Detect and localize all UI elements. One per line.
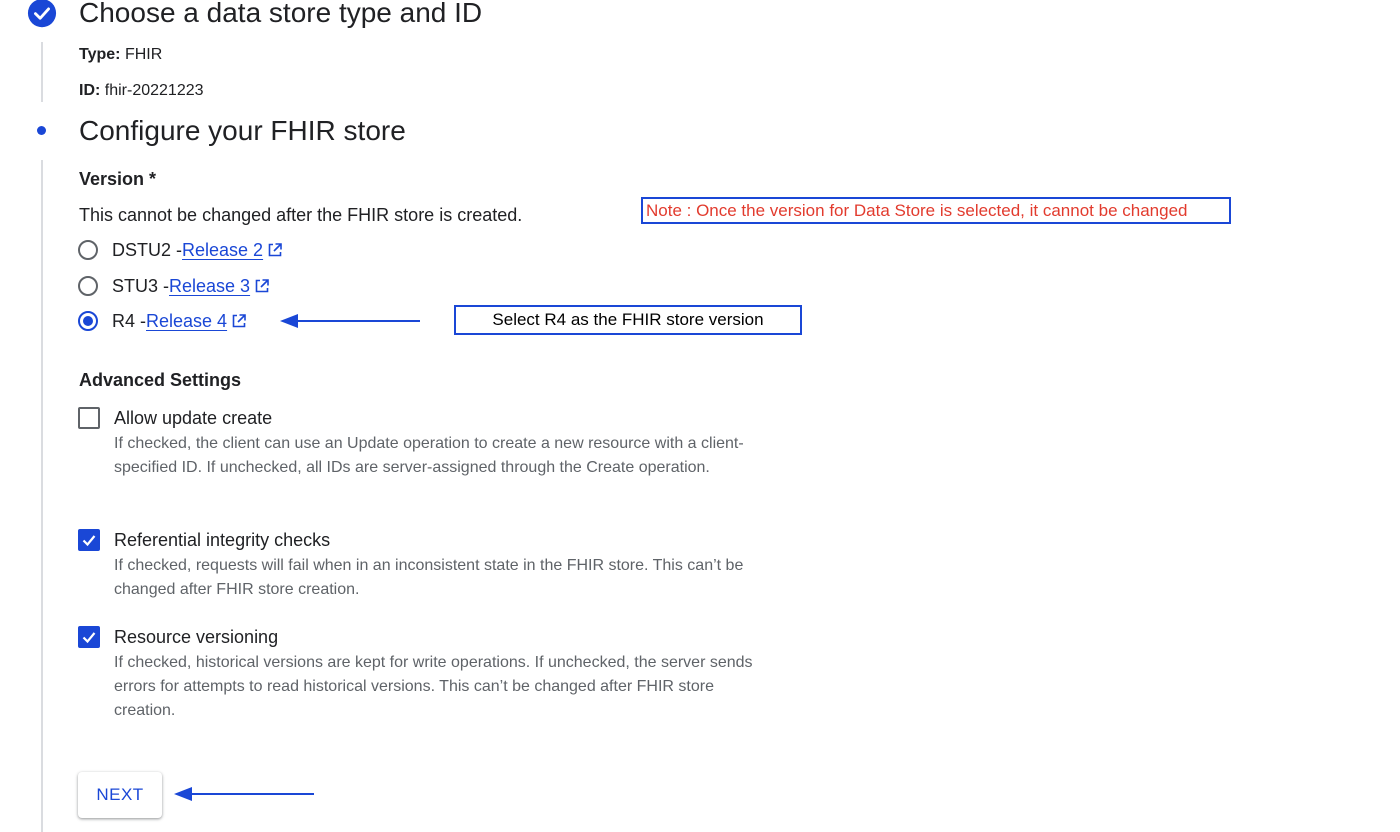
- id-label: ID:: [79, 82, 101, 99]
- next-button[interactable]: NEXT: [78, 772, 162, 818]
- stepper-connector: [41, 160, 43, 832]
- version-option-label: R4 -: [112, 310, 147, 331]
- radio-button[interactable]: [78, 276, 98, 296]
- setting-allow-update-create[interactable]: Allow update create If checked, the clie…: [78, 406, 774, 480]
- checkbox[interactable]: [78, 407, 100, 429]
- setting-text: Resource versioning If checked, historic…: [114, 625, 774, 723]
- setting-text: Allow update create If checked, the clie…: [114, 406, 774, 480]
- check-circle-icon: [27, 0, 57, 28]
- setting-referential-integrity[interactable]: Referential integrity checks If checked,…: [78, 528, 774, 602]
- type-label: Type:: [79, 46, 121, 63]
- setting-description: If checked, historical versions are kept…: [114, 654, 753, 719]
- current-step-indicator: [37, 126, 46, 135]
- stepper-connector: [41, 42, 43, 102]
- radio-button[interactable]: [78, 240, 98, 260]
- external-link-icon: [255, 279, 269, 293]
- radio-button-selected[interactable]: [78, 311, 98, 331]
- fhir-store-setup-page: Choose a data store type and ID Type: FH…: [0, 0, 1400, 832]
- setting-text: Referential integrity checks If checked,…: [114, 528, 774, 602]
- version-hint: This cannot be changed after the FHIR st…: [79, 205, 523, 225]
- note-annotation: Note : Once the version for Data Store i…: [641, 197, 1231, 224]
- arrow-left-icon: [174, 787, 314, 801]
- version-option-stu3[interactable]: STU3 - Release 3: [78, 273, 270, 299]
- checkbox-check-icon: [82, 632, 96, 644]
- external-link-icon: [232, 314, 246, 328]
- version-option-label: STU3 -: [112, 275, 170, 296]
- setting-title: Resource versioning: [114, 627, 279, 647]
- setting-description: If checked, requests will fail when in a…: [114, 557, 744, 598]
- type-value: FHIR: [124, 46, 163, 63]
- release-link[interactable]: Release 2: [182, 240, 263, 261]
- version-option-r4[interactable]: R4 - Release 4: [78, 308, 247, 334]
- advanced-settings-label: Advanced Settings: [79, 370, 242, 390]
- setting-description: If checked, the client can use an Update…: [114, 435, 744, 476]
- checkbox-checked[interactable]: [78, 529, 100, 551]
- id-summary: ID: fhir-20221223: [79, 82, 204, 100]
- setting-resource-versioning[interactable]: Resource versioning If checked, historic…: [78, 625, 774, 723]
- setting-title: Referential integrity checks: [114, 530, 331, 550]
- setting-title: Allow update create: [114, 408, 273, 428]
- version-option-dstu2[interactable]: DSTU2 - Release 2: [78, 237, 283, 263]
- step1-title: Choose a data store type and ID: [79, 0, 483, 28]
- type-summary: Type: FHIR: [79, 46, 162, 64]
- callout-annotation: Select R4 as the FHIR store version: [454, 305, 802, 335]
- version-label: Version *: [79, 169, 157, 189]
- version-option-label: DSTU2 -: [112, 239, 183, 260]
- checkbox-check-icon: [82, 535, 96, 547]
- step2-title: Configure your FHIR store: [79, 115, 406, 146]
- checkbox-checked[interactable]: [78, 626, 100, 648]
- release-link[interactable]: Release 3: [169, 276, 250, 297]
- external-link-icon: [268, 243, 282, 257]
- release-link[interactable]: Release 4: [146, 311, 227, 332]
- id-value: fhir-20221223: [104, 82, 204, 99]
- arrow-left-icon: [280, 314, 420, 328]
